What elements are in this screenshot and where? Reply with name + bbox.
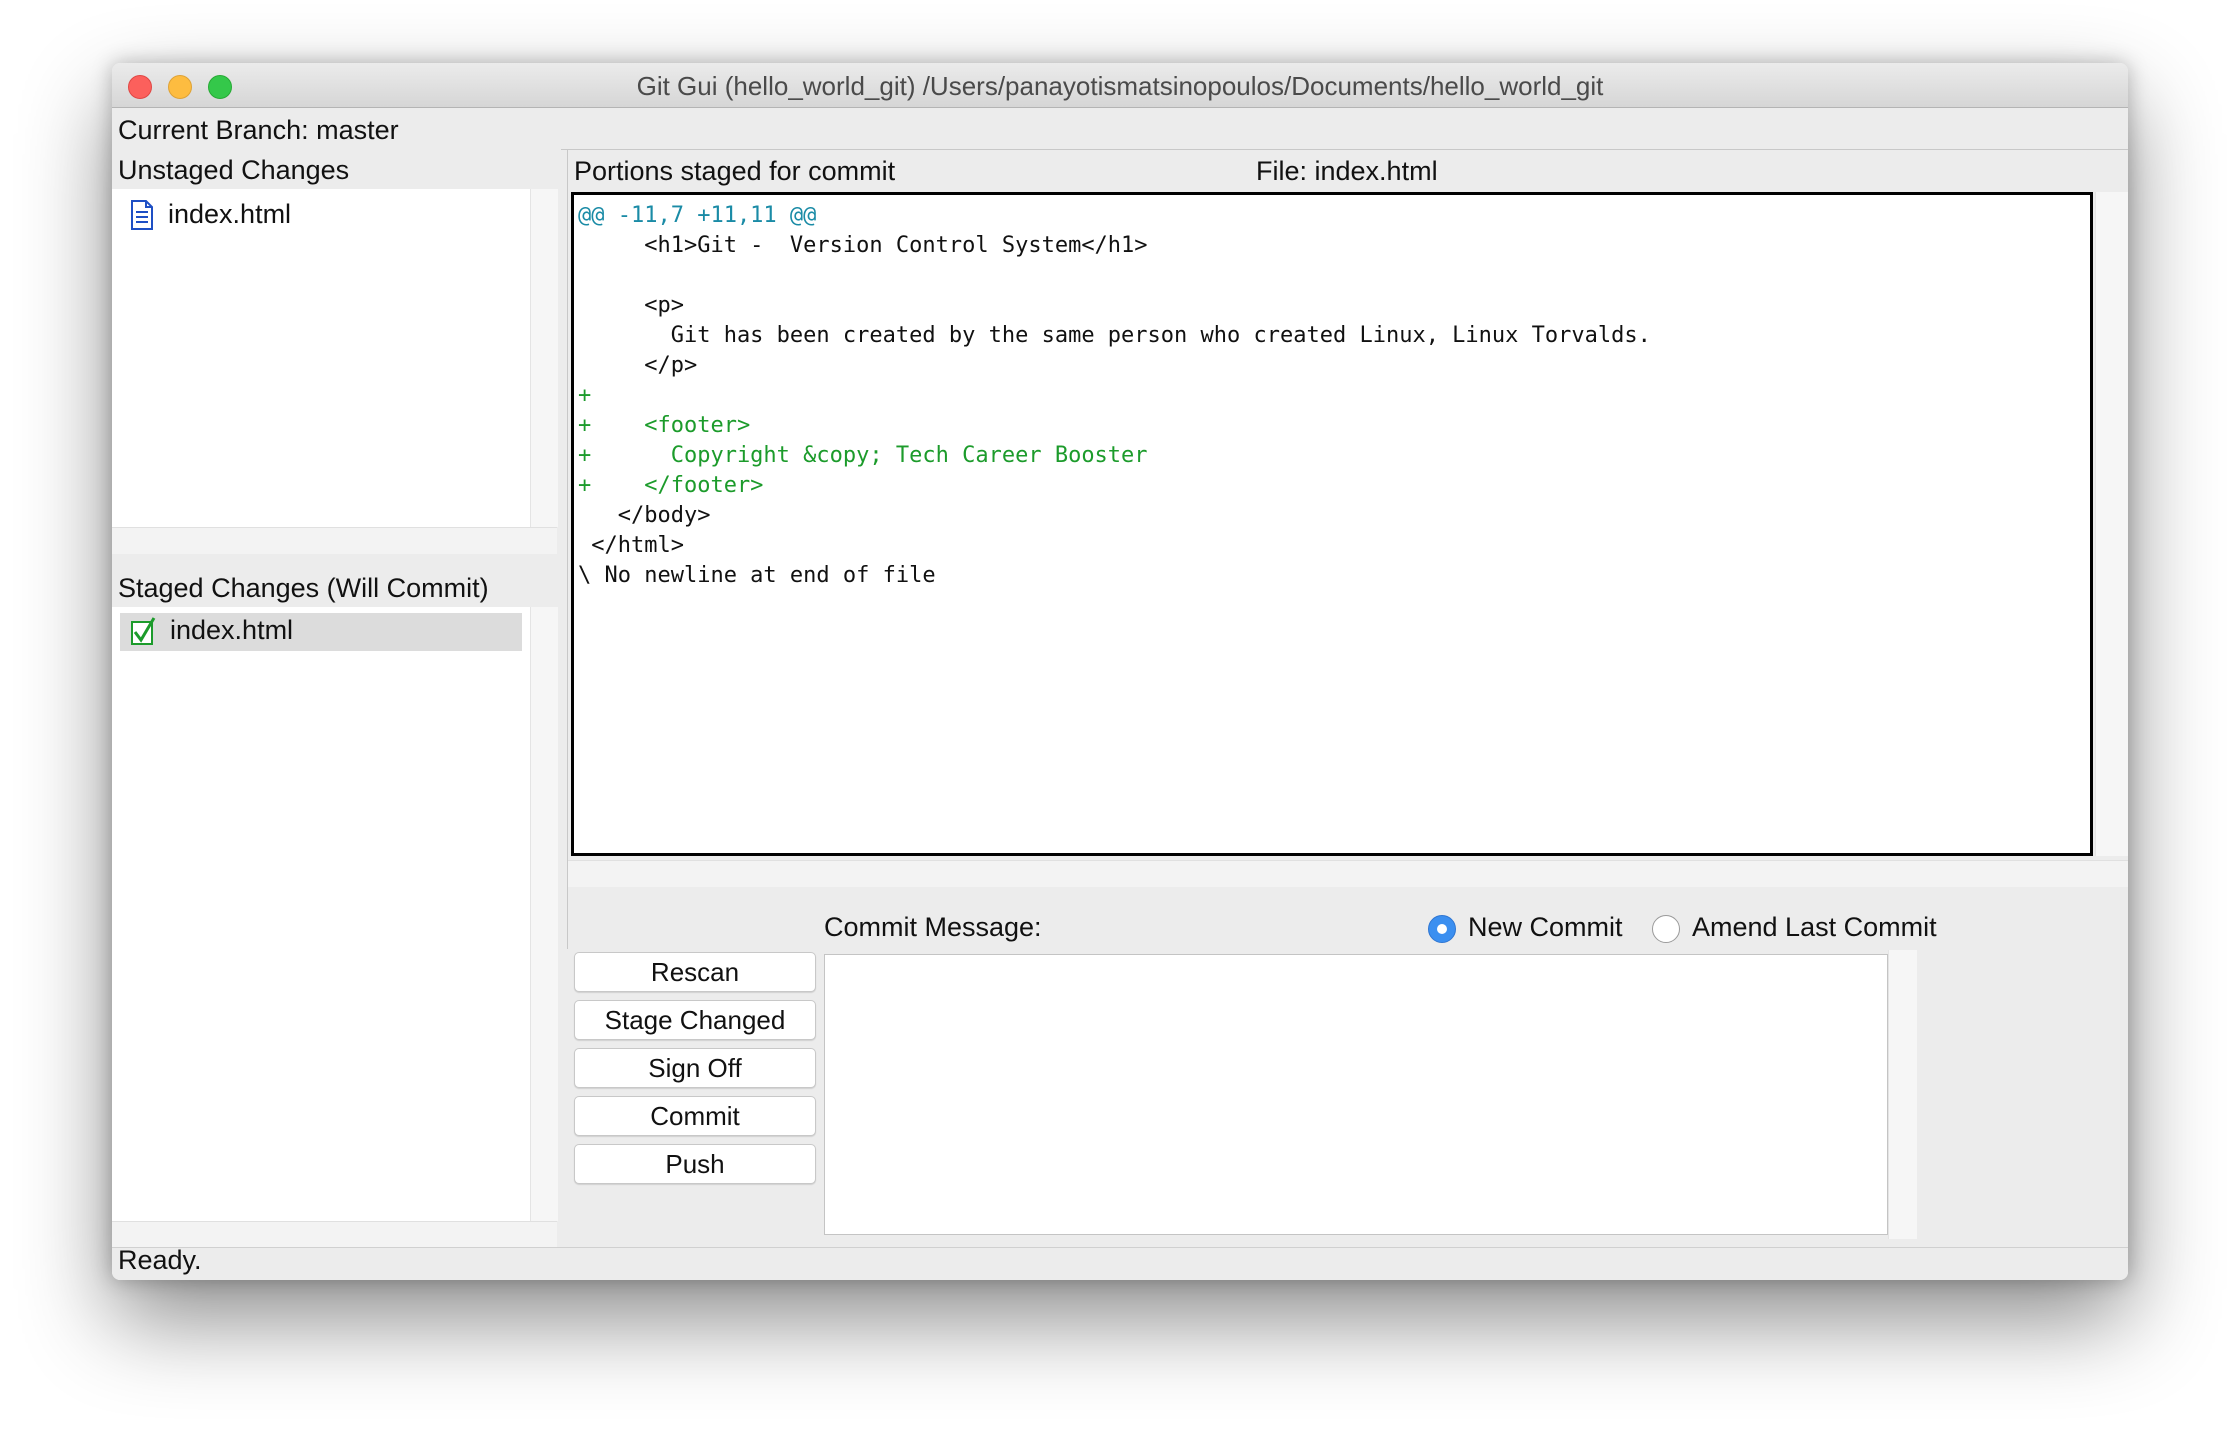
amend-last-commit-label[interactable]: Amend Last Commit (1692, 912, 1937, 943)
diff-context-line (578, 261, 2090, 291)
status-divider (112, 1247, 2128, 1248)
current-branch-label: Current Branch: master (118, 115, 399, 145)
staged-vertical-scrollbar[interactable] (530, 607, 558, 1221)
staged-file-name: index.html (170, 615, 294, 645)
rescan-button[interactable]: Rescan (574, 952, 816, 992)
staged-changes-header: Staged Changes (Will Commit) (118, 573, 489, 603)
pane-divider (561, 149, 2128, 150)
status-text: Ready. (118, 1245, 202, 1275)
diff-horizontal-scrollbar[interactable] (568, 860, 2128, 887)
title-bar[interactable]: Git Gui (hello_world_git) /Users/panayot… (112, 63, 2128, 108)
diff-lines: @@ -11,7 +11,11 @@ <h1>Git - Version Con… (578, 201, 2090, 591)
commit-message-scrollbar[interactable] (1888, 950, 1917, 1239)
staged-file-row[interactable]: index.html (130, 615, 293, 646)
unstaged-file-name: index.html (168, 199, 292, 229)
diff-header: Portions staged for commit (574, 156, 896, 186)
diff-added-line: + Copyright &copy; Tech Career Booster (578, 443, 1148, 468)
unstaged-file-row[interactable]: index.html (130, 199, 291, 230)
file-document-icon (131, 199, 153, 230)
diff-file-label: File: index.html (1256, 156, 1438, 186)
commit-message-input[interactable] (824, 954, 1888, 1235)
new-commit-radio[interactable] (1428, 915, 1456, 943)
sign-off-button[interactable]: Sign Off (574, 1048, 816, 1088)
unstaged-horizontal-scrollbar[interactable] (112, 527, 557, 554)
staged-files-list[interactable]: index.html (112, 607, 557, 1221)
diff-hunk-header: @@ -11,7 +11,11 @@ (578, 203, 817, 228)
git-gui-window: Git Gui (hello_world_git) /Users/panayot… (112, 63, 2128, 1280)
commit-button[interactable]: Commit (574, 1096, 816, 1136)
diff-added-line: + </footer> (578, 473, 764, 498)
unstaged-vertical-scrollbar[interactable] (530, 189, 558, 527)
diff-added-line: + <footer> (578, 413, 751, 438)
diff-added-line: + (578, 383, 592, 408)
diff-view[interactable]: @@ -11,7 +11,11 @@ <h1>Git - Version Con… (571, 192, 2093, 856)
amend-last-commit-radio[interactable] (1652, 915, 1680, 943)
commit-message-label: Commit Message: (824, 912, 1042, 942)
staged-horizontal-scrollbar[interactable] (112, 1221, 557, 1248)
checkbox-checked-icon (131, 616, 156, 645)
vertical-pane-divider[interactable] (567, 149, 568, 949)
commit-message-text (825, 955, 1887, 967)
diff-context-line: </html> (578, 533, 684, 558)
unstaged-changes-header: Unstaged Changes (118, 155, 350, 185)
push-button[interactable]: Push (574, 1144, 816, 1184)
diff-context-line: </p> (578, 353, 698, 378)
diff-context-line: <p> (578, 293, 684, 318)
diff-context-line: <h1>Git - Version Control System</h1> (578, 233, 1148, 258)
diff-vertical-scrollbar[interactable] (2095, 192, 2128, 856)
window-title: Git Gui (hello_world_git) /Users/panayot… (636, 71, 1604, 101)
new-commit-label[interactable]: New Commit (1468, 912, 1623, 943)
diff-context-line: </body> (578, 503, 711, 528)
diff-context-line: \ No newline at end of file (578, 563, 936, 588)
diff-context-line: Git has been created by the same person … (578, 323, 1651, 348)
stage-changed-button[interactable]: Stage Changed (574, 1000, 816, 1040)
unstaged-files-list[interactable]: index.html (112, 189, 557, 527)
